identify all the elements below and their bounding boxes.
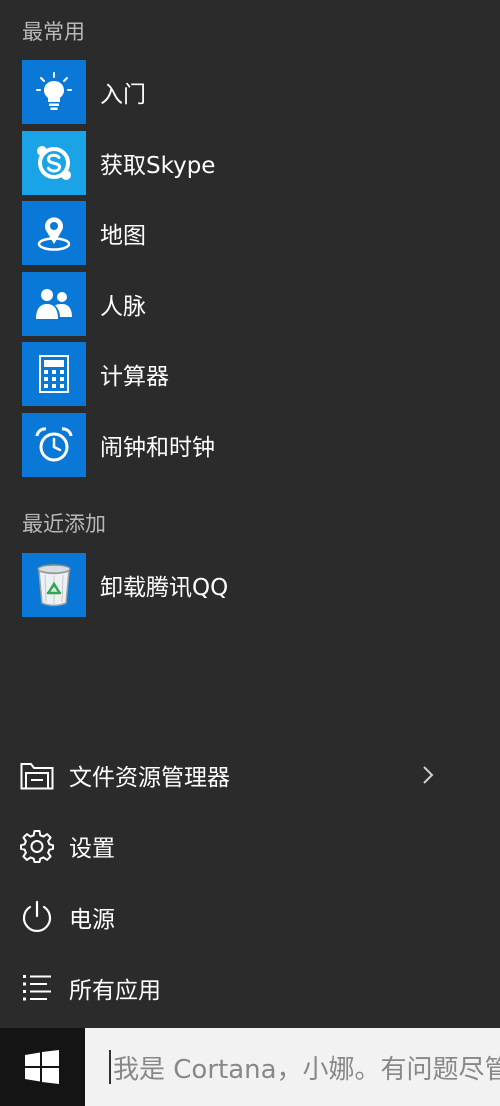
get-started-tile [22,60,86,124]
list-icon [20,971,54,1005]
calculator-icon [39,355,69,393]
power-icon [20,900,54,934]
settings-item[interactable]: 设置 [20,824,450,868]
app-label: 闹钟和时钟 [100,435,215,461]
alarms-tile [22,413,86,477]
app-item-alarms[interactable]: 闹钟和时钟 [22,413,482,477]
people-icon [36,289,72,319]
power-label: 电源 [69,907,115,933]
app-label: 卸载腾讯QQ [100,575,229,601]
windows-logo-icon [25,1050,59,1084]
all-apps-item[interactable]: 所有应用 [20,966,450,1010]
uninstall-qq-tile [22,553,86,617]
app-item-get-skype[interactable]: 获取Skype [22,131,482,195]
start-menu: 最常用 入门 获取Skype 地图 人脉 计算器 闹钟和时钟 最近添加 卸载腾讯… [0,0,500,1028]
all-apps-label: 所有应用 [69,978,161,1004]
skype-tile [22,131,86,195]
app-item-calculator[interactable]: 计算器 [22,342,482,406]
start-button[interactable] [0,1028,84,1106]
app-label: 地图 [100,223,146,249]
power-item[interactable]: 电源 [20,895,450,939]
app-label: 人脉 [100,294,146,320]
file-explorer-label: 文件资源管理器 [69,765,230,791]
most-used-header: 最常用 [22,20,85,44]
maps-tile [22,201,86,265]
gear-icon [20,829,54,863]
app-label: 入门 [100,82,146,108]
taskbar: 我是 Cortana，小娜。有问题尽管问我 [0,1028,500,1106]
map-pin-icon [37,217,71,251]
app-item-uninstall-qq[interactable]: 卸载腾讯QQ [22,553,482,617]
alarm-clock-icon [35,427,73,462]
settings-label: 设置 [69,836,115,862]
recycle-bin-icon [37,564,71,607]
folder-icon [20,758,54,792]
cortana-search-box[interactable]: 我是 Cortana，小娜。有问题尽管问我 [85,1028,500,1106]
file-explorer-item[interactable]: 文件资源管理器 [20,753,450,797]
recently-added-header: 最近添加 [22,512,106,536]
lightbulb-icon [36,72,72,110]
calculator-tile [22,342,86,406]
people-tile [22,272,86,336]
chevron-right-icon[interactable] [416,763,440,787]
app-item-people[interactable]: 人脉 [22,272,482,336]
text-caret [109,1050,111,1084]
app-label: 计算器 [100,364,169,390]
app-item-maps[interactable]: 地图 [22,201,482,265]
app-label: 获取Skype [100,153,216,179]
skype-icon [37,146,71,180]
search-placeholder: 我是 Cortana，小娜。有问题尽管问我 [113,1054,500,1085]
app-item-get-started[interactable]: 入门 [22,60,482,124]
